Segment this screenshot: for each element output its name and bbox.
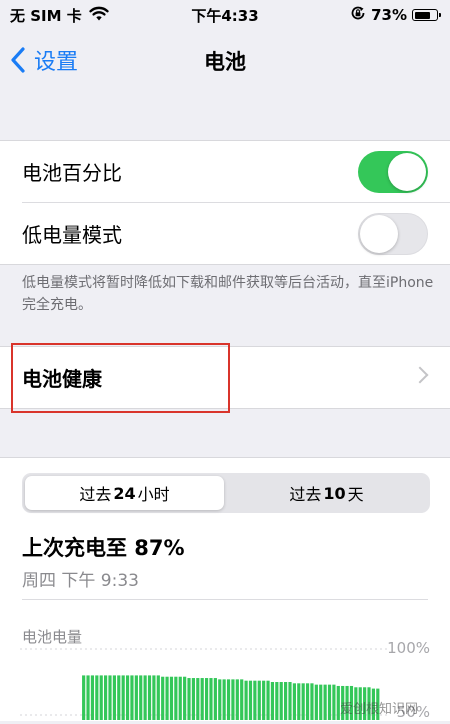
chart-bar bbox=[231, 679, 235, 720]
last-charge-title: 上次充电至 87% bbox=[22, 536, 185, 560]
status-bar: 无 SIM 卡 下午4:33 73% bbox=[0, 0, 450, 30]
status-right: 73% bbox=[350, 5, 441, 25]
chart-bar bbox=[253, 680, 257, 720]
chart-bar bbox=[279, 682, 283, 720]
divider bbox=[22, 599, 428, 600]
chart-bar bbox=[86, 675, 90, 720]
low-power-mode-label: 低电量模式 bbox=[22, 223, 122, 247]
chart-bar bbox=[310, 683, 314, 720]
chart-bar bbox=[319, 684, 323, 720]
chevron-right-icon bbox=[411, 366, 429, 384]
last-charge-time: 周四 下午 9:33 bbox=[22, 571, 139, 591]
chart-bar bbox=[117, 675, 121, 720]
range-option-10d[interactable]: 过去 10 天 bbox=[227, 476, 426, 510]
chart-bar bbox=[178, 676, 182, 720]
y-tick-100: 100% bbox=[387, 639, 430, 657]
chart-bar bbox=[99, 675, 103, 720]
chart-bar bbox=[301, 683, 305, 720]
chart-bar bbox=[218, 679, 222, 720]
chart-bar bbox=[90, 675, 95, 720]
chart-bar bbox=[270, 682, 275, 720]
chart-bar bbox=[257, 680, 261, 720]
chart-bar bbox=[139, 675, 143, 720]
chart-label: 电池电量 bbox=[22, 628, 83, 646]
chart-bar bbox=[174, 676, 178, 720]
chart-bar bbox=[305, 683, 310, 720]
chart-bar bbox=[292, 683, 296, 720]
range-option-24h[interactable]: 过去 24 小时 bbox=[25, 476, 224, 510]
toggle-knob bbox=[388, 153, 426, 191]
chart-bar bbox=[222, 679, 226, 720]
chart-bar bbox=[244, 680, 248, 720]
chart-bar bbox=[147, 675, 152, 720]
page-title: 电池 bbox=[204, 50, 246, 74]
chart-bar bbox=[112, 675, 116, 720]
watermark: 爱创根知识网 bbox=[340, 702, 419, 717]
chart-bar bbox=[213, 678, 217, 720]
chart-bar bbox=[209, 678, 213, 720]
chart-bar bbox=[240, 679, 244, 720]
chart-bar bbox=[262, 680, 266, 720]
orientation-lock-icon bbox=[350, 5, 366, 25]
low-power-mode-toggle[interactable] bbox=[358, 213, 428, 255]
chart-bar bbox=[275, 682, 279, 720]
chart-bar bbox=[266, 680, 270, 720]
chart-bar bbox=[152, 675, 156, 720]
row-low-power-mode: 低电量模式 bbox=[22, 202, 450, 264]
chart-bar bbox=[134, 675, 138, 720]
chart-bar bbox=[284, 682, 288, 720]
chart-bar bbox=[323, 684, 327, 720]
chart-bar bbox=[165, 676, 169, 720]
battery-percent: 73% bbox=[371, 6, 407, 24]
battery-icon bbox=[412, 9, 441, 21]
battery-percentage-toggle[interactable] bbox=[358, 151, 428, 193]
battery-fill bbox=[414, 11, 430, 19]
chart-bar bbox=[297, 683, 301, 720]
toggle-knob bbox=[360, 215, 398, 253]
chart-bar bbox=[130, 675, 134, 720]
chart-bar bbox=[200, 678, 204, 720]
chart-bar bbox=[248, 680, 253, 720]
chart-bar bbox=[125, 675, 130, 720]
chart-bar bbox=[288, 682, 292, 720]
chart-bar bbox=[121, 675, 125, 720]
chart-bar bbox=[187, 678, 191, 720]
time-range-picker: 过去 24 小时 过去 10 天 bbox=[22, 473, 430, 513]
chart-bar bbox=[143, 675, 147, 720]
chart-bar bbox=[191, 678, 196, 720]
row-battery-percentage: 电池百分比 bbox=[0, 141, 450, 202]
chart-bar bbox=[332, 684, 336, 720]
chart-bar bbox=[82, 675, 86, 720]
chart-bar bbox=[196, 678, 200, 720]
chart-bar bbox=[156, 675, 160, 720]
chart-bar bbox=[169, 676, 174, 720]
low-power-footnote: 低电量模式将暂时降低如下载和邮件获取等后台活动，直至iPhone完全充电。 bbox=[22, 275, 434, 313]
chart-bar bbox=[204, 678, 209, 720]
settings-group-toggles: 电池百分比 低电量模式 bbox=[0, 140, 450, 265]
chart-bar bbox=[95, 675, 99, 720]
chart-bar bbox=[108, 675, 112, 720]
highlight-box bbox=[11, 343, 230, 413]
chart-bar bbox=[161, 676, 165, 720]
chart-bar bbox=[183, 676, 187, 720]
chart-bar bbox=[104, 675, 108, 720]
chart-bar bbox=[235, 679, 239, 720]
chart-bar bbox=[226, 679, 231, 720]
battery-percentage-label: 电池百分比 bbox=[22, 161, 122, 185]
navigation-bar: 设置 电池 bbox=[0, 30, 450, 88]
chart-bar bbox=[327, 684, 332, 720]
chart-bar bbox=[314, 684, 318, 720]
